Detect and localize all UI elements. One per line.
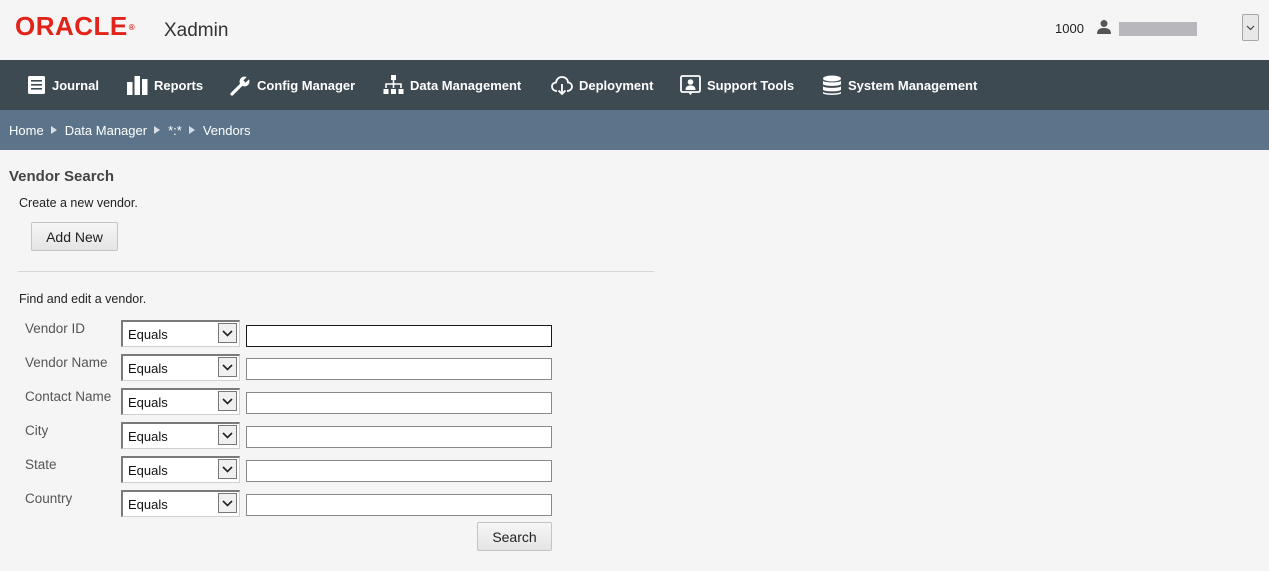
vendor-id-input[interactable] <box>246 325 552 347</box>
city-label: City <box>25 423 49 438</box>
add-new-button[interactable]: Add New <box>31 222 118 251</box>
logo-registered-mark: ® <box>128 23 136 32</box>
support-icon <box>680 74 701 95</box>
user-name <box>1119 22 1197 36</box>
nav-item-deployment[interactable]: Deployment <box>551 60 653 110</box>
state-input[interactable] <box>246 460 552 482</box>
database-icon <box>823 75 841 95</box>
state-operator-select[interactable]: Equals <box>121 456 240 483</box>
city-input[interactable] <box>246 426 552 448</box>
journal-icon <box>28 76 45 94</box>
dropdown-button <box>218 357 237 377</box>
vendor-id-operator-select[interactable]: Equals <box>121 320 240 347</box>
vendor-name-input[interactable] <box>246 358 552 380</box>
chevron-down-icon <box>222 431 233 439</box>
page-title: Vendor Search <box>9 168 115 185</box>
main-nav: Journal Reports Config Manager Data Mana… <box>0 60 1269 110</box>
chevron-down-icon <box>222 465 233 473</box>
cloud-download-icon <box>551 75 573 95</box>
select-value: Equals <box>128 429 168 444</box>
select-value: Equals <box>128 327 168 342</box>
user-icon <box>1097 20 1111 34</box>
dropdown-button <box>218 391 237 411</box>
dropdown-button <box>218 425 237 445</box>
nav-label: Deployment <box>579 77 654 93</box>
contact-name-label: Contact Name <box>25 389 112 404</box>
oracle-logo: ORACLE® <box>15 13 135 39</box>
contact-name-input[interactable] <box>246 392 552 414</box>
app-header: ORACLE® Xadmin 1000 <box>0 0 1269 60</box>
find-vendor-text: Find and edit a vendor. <box>19 292 147 306</box>
breadcrumb-separator-icon <box>188 126 195 134</box>
nav-item-data-management[interactable]: Data Management <box>383 60 521 110</box>
chevron-down-icon <box>222 363 233 371</box>
hierarchy-icon <box>383 74 404 94</box>
breadcrumb-separator-icon <box>154 126 161 134</box>
search-button[interactable]: Search <box>477 522 552 551</box>
vendor-id-label: Vendor ID <box>25 321 86 336</box>
nav-item-reports[interactable]: Reports <box>127 60 203 110</box>
chevron-down-icon <box>222 499 233 507</box>
nav-label: Config Manager <box>257 77 356 93</box>
nav-label: Data Management <box>410 77 522 93</box>
vendor-name-operator-select[interactable]: Equals <box>121 354 240 381</box>
chevron-down-icon <box>222 397 233 405</box>
select-value: Equals <box>128 463 168 478</box>
country-operator-select[interactable]: Equals <box>121 490 240 517</box>
contact-name-operator-select[interactable]: Equals <box>121 388 240 415</box>
select-value: Equals <box>128 497 168 512</box>
vendor-name-label: Vendor Name <box>25 355 108 370</box>
section-divider <box>18 271 654 272</box>
user-menu-button[interactable] <box>1242 14 1259 41</box>
dropdown-button <box>218 323 237 343</box>
breadcrumb-org-scope[interactable]: *:* <box>168 123 182 138</box>
nav-item-journal[interactable]: Journal <box>27 60 99 110</box>
city-operator-select[interactable]: Equals <box>121 422 240 449</box>
store-number: 1000 <box>1055 21 1084 36</box>
select-value: Equals <box>128 395 168 410</box>
select-value: Equals <box>128 361 168 376</box>
nav-label: System Management <box>848 77 978 93</box>
create-vendor-text: Create a new vendor. <box>19 196 138 210</box>
dropdown-button <box>218 459 237 479</box>
country-label: Country <box>25 491 73 506</box>
nav-item-system-management[interactable]: System Management <box>822 60 977 110</box>
breadcrumb-separator-icon <box>50 126 57 134</box>
nav-item-support-tools[interactable]: Support Tools <box>680 60 794 110</box>
country-input[interactable] <box>246 494 552 516</box>
nav-label: Support Tools <box>707 77 795 93</box>
logo-text: ORACLE <box>15 11 128 41</box>
state-label: State <box>25 457 57 472</box>
wrench-icon <box>230 74 251 96</box>
nav-item-config-manager[interactable]: Config Manager <box>230 60 355 110</box>
breadcrumb-data-manager[interactable]: Data Manager <box>65 123 147 138</box>
nav-label: Journal <box>52 77 99 93</box>
chevron-down-icon <box>222 329 233 337</box>
bar-chart-icon <box>127 76 148 95</box>
breadcrumb: Home Data Manager *:* Vendors <box>0 110 1269 150</box>
app-title: Xadmin <box>164 20 229 41</box>
chevron-down-icon <box>1246 25 1255 30</box>
breadcrumb-home[interactable]: Home <box>9 123 44 138</box>
nav-label: Reports <box>154 77 204 93</box>
dropdown-button <box>218 493 237 513</box>
breadcrumb-vendors: Vendors <box>202 122 251 138</box>
